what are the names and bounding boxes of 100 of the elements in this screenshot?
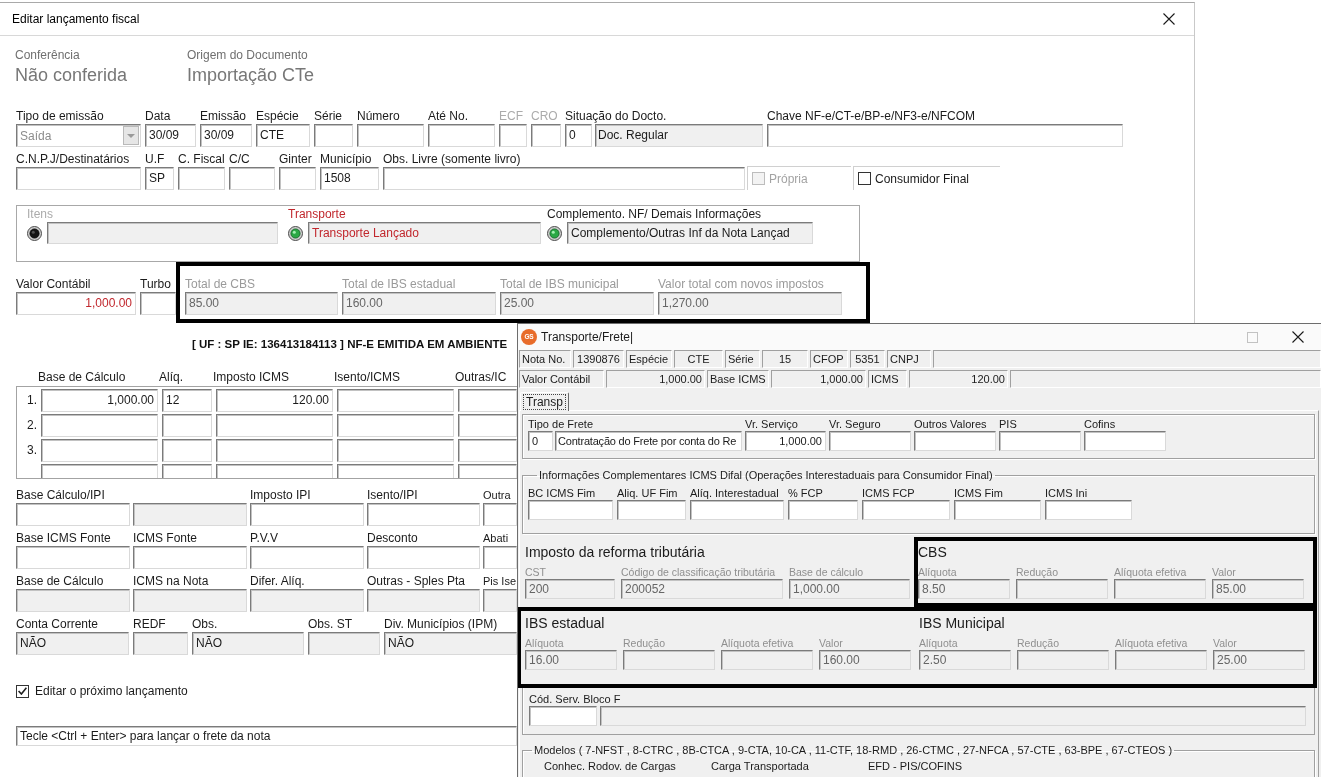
field-label: Desconto: [367, 531, 418, 546]
input-field[interactable]: [483, 503, 517, 526]
field-label: C.N.P.J/Destinatários: [16, 152, 130, 167]
field-label: Cód. Serv. Bloco F: [529, 693, 621, 706]
input-field[interactable]: [617, 500, 686, 520]
input-field[interactable]: [250, 503, 364, 526]
input-field[interactable]: [216, 414, 333, 437]
input-field[interactable]: 12: [162, 389, 212, 412]
input-field[interactable]: [483, 546, 517, 569]
input-field[interactable]: [162, 464, 212, 478]
input-field[interactable]: [337, 464, 454, 478]
input-field[interactable]: [16, 503, 130, 526]
input-field[interactable]: [954, 500, 1041, 520]
input-field[interactable]: [458, 414, 517, 437]
input-field[interactable]: [16, 546, 130, 569]
field-label: Valor: [1213, 637, 1237, 650]
input-field[interactable]: [458, 464, 517, 478]
input-field[interactable]: [16, 167, 141, 190]
input-field[interactable]: [529, 706, 597, 726]
field-label: Tipo de emissão: [16, 109, 104, 124]
input-field[interactable]: CTE: [256, 124, 310, 147]
label-cell: Nota No.: [519, 350, 571, 368]
input-field[interactable]: [367, 546, 480, 569]
input-field[interactable]: [216, 439, 333, 462]
read-only-field: 160.00: [342, 292, 496, 315]
input-field[interactable]: [367, 503, 480, 526]
tab[interactable]: Transp: [520, 392, 569, 411]
input-field[interactable]: Contratação do Frete por conta do Re: [555, 431, 742, 451]
column-label: EFD - PIS/COFINS: [868, 760, 963, 772]
field-label: Turbo: [140, 277, 171, 292]
input-field[interactable]: 1,000.00: [41, 389, 158, 412]
read-only-field: 1,270.00: [658, 292, 842, 315]
field-label: Alíquota efetiva: [721, 637, 794, 650]
value-cell: CTE: [674, 350, 723, 368]
input-field[interactable]: [1084, 431, 1166, 451]
field-label: ICMS na Nota: [133, 574, 209, 589]
input-field[interactable]: 0: [528, 431, 553, 451]
field-label: Vr. Seguro: [829, 418, 881, 431]
input-field[interactable]: [914, 431, 996, 451]
input-field[interactable]: [41, 464, 158, 478]
field-label: Total de IBS estadual: [342, 277, 456, 292]
input-field[interactable]: 30/09: [145, 124, 196, 147]
field-label: Aliq. UF Fim: [617, 487, 678, 500]
summary-value: Não conferida: [15, 64, 128, 86]
input-field[interactable]: [337, 389, 454, 412]
window-title: Transporte/Frete|: [541, 330, 634, 344]
input-field[interactable]: [178, 167, 225, 190]
input-field[interactable]: [41, 414, 158, 437]
section-title: IBS estadual: [525, 615, 605, 632]
column-header: Imposto ICMS: [213, 370, 290, 384]
input-field[interactable]: [383, 167, 745, 190]
input-field[interactable]: [788, 500, 858, 520]
input-field[interactable]: [162, 414, 212, 437]
field-label: Outros Valores: [914, 418, 987, 431]
input-field[interactable]: 0: [565, 124, 592, 147]
label-cell: Espécie: [626, 350, 672, 368]
input-field[interactable]: [250, 546, 364, 569]
dropdown-field[interactable]: Saída: [16, 124, 141, 147]
input-field[interactable]: [133, 546, 247, 569]
field-label: Div. Municípios (IPM): [384, 617, 498, 632]
checkbox[interactable]: [858, 172, 871, 185]
input-field[interactable]: [1045, 500, 1132, 520]
input-field[interactable]: [357, 124, 424, 147]
input-field[interactable]: [531, 124, 561, 147]
input-field[interactable]: 120.00: [216, 389, 333, 412]
input-field[interactable]: 1,000.00: [745, 431, 826, 451]
input-field[interactable]: SP: [145, 167, 174, 190]
input-field[interactable]: [41, 439, 158, 462]
input-field[interactable]: [690, 500, 784, 520]
input-field[interactable]: [216, 464, 333, 478]
input-field[interactable]: [162, 439, 212, 462]
field-label: Data: [145, 109, 171, 124]
input-field[interactable]: [314, 124, 353, 147]
input-field[interactable]: [279, 167, 316, 190]
input-field[interactable]: 30/09: [200, 124, 252, 147]
dropdown-button[interactable]: [123, 126, 139, 145]
field-label: CRO: [531, 109, 558, 124]
read-only-field: Complemento/Outras Inf da Nota Lançad: [567, 222, 813, 244]
field-label: C. Fiscal: [178, 152, 225, 167]
checkbox[interactable]: [16, 684, 29, 698]
input-field[interactable]: 1,000.00: [16, 292, 136, 315]
input-field[interactable]: [337, 414, 454, 437]
input-field[interactable]: [458, 439, 517, 462]
field-label: Redução: [1016, 566, 1059, 579]
input-field[interactable]: [862, 500, 950, 520]
input-field[interactable]: [337, 439, 454, 462]
input-field[interactable]: [229, 167, 275, 190]
input-field[interactable]: [428, 124, 495, 147]
input-field[interactable]: [140, 292, 176, 315]
read-only-field: Transporte Lançado: [308, 222, 541, 244]
input-field[interactable]: [499, 124, 527, 147]
input-field[interactable]: [528, 500, 613, 520]
input-field[interactable]: [458, 389, 517, 412]
input-field[interactable]: [767, 124, 1123, 147]
read-only-field: [308, 632, 380, 655]
input-field[interactable]: [999, 431, 1081, 451]
input-field[interactable]: 1508: [320, 167, 379, 190]
field-label: Tipo de Frete: [528, 418, 593, 431]
field-label: Obs. Livre (somente livro): [383, 152, 521, 167]
input-field[interactable]: [829, 431, 911, 451]
